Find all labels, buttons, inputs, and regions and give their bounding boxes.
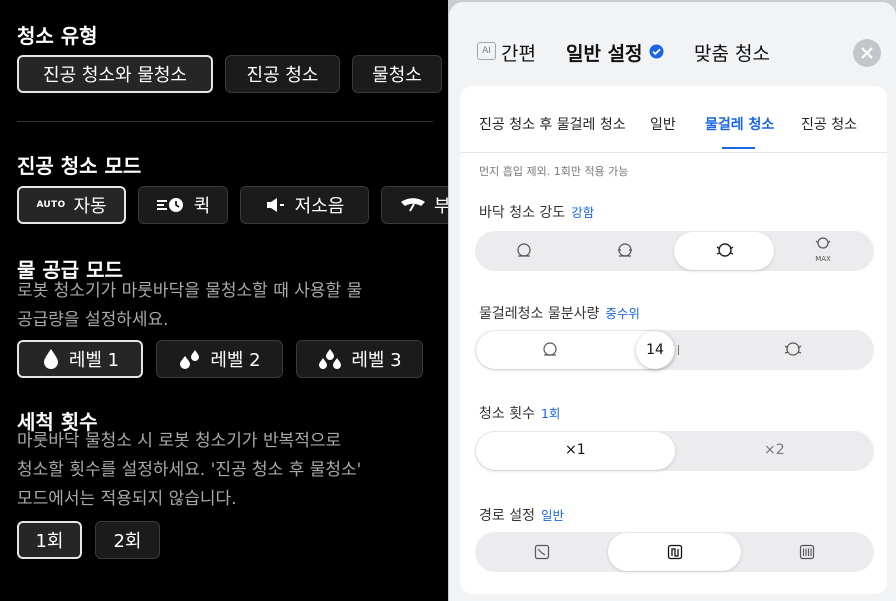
description-line: 공급량을 설정하세요. xyxy=(17,310,169,330)
option-label: 레벨 1 xyxy=(68,350,120,371)
option-label: 부 xyxy=(434,196,448,217)
subtab-vacuum[interactable]: 진공 청소 xyxy=(801,114,857,134)
setting-value: 1회 xyxy=(540,406,561,421)
vacuum-mode-quiet-button[interactable]: 저소음 xyxy=(240,186,369,224)
auto-icon: AUTO xyxy=(36,200,66,210)
water-drop-icon xyxy=(43,349,58,369)
vacuum-mode-title: 진공 청소 모드 xyxy=(17,154,142,178)
route-standard-icon[interactable] xyxy=(667,544,683,564)
tab-simple[interactable]: 간편 xyxy=(501,39,536,66)
quick-icon xyxy=(156,198,183,212)
route-setting-label: 경로 설정 일반 xyxy=(479,505,564,525)
description-line: 마룻바닥 물청소 시 로봇 청소기가 반복적으로 xyxy=(17,431,342,451)
option-label: 자동 xyxy=(73,196,107,217)
setting-label: 경로 설정 xyxy=(479,508,535,524)
option-label: 1회 xyxy=(35,531,64,552)
wash-count-2-button[interactable]: 2회 xyxy=(95,521,160,559)
slider-tick xyxy=(678,345,679,355)
water-mode-description: 로봇 청소기가 마룻바닥을 물청소할 때 사용할 물 공급량을 설정하세요. xyxy=(17,277,362,335)
water-level-1-button[interactable]: 레벨 1 xyxy=(17,340,143,378)
vacuum-mode-auto-button[interactable]: AUTO 자동 xyxy=(17,186,126,224)
option-label: 물청소 xyxy=(372,65,422,86)
setting-label: 바닥 청소 강도 xyxy=(479,205,566,221)
note-text: 먼지 흡입 제외. 1회만 적용 가능 xyxy=(479,165,629,178)
description-line: 모드에서는 적용되지 않습니다. xyxy=(17,489,237,509)
subtab-mop-cleaning[interactable]: 물걸레 청소 xyxy=(705,114,774,134)
intensity-max-icon[interactable]: MAX xyxy=(812,237,834,263)
tab-custom-cleaning[interactable]: 맞춤 청소 xyxy=(694,39,770,66)
ai-badge: AI xyxy=(477,42,496,60)
route-edge-icon[interactable] xyxy=(534,544,550,564)
settings-sheet: AI 간편 일반 설정 맞춤 청소 진공 청소 후 물걸레 청소 일반 물걸레 … xyxy=(449,2,896,601)
setting-value: 일반 xyxy=(540,508,564,523)
intensity-high-icon[interactable] xyxy=(714,241,736,263)
setting-value: 강함 xyxy=(571,205,595,220)
description-line: 청소할 횟수를 설정하세요. '진공 청소 후 물청소' xyxy=(17,460,362,480)
mop-water-slider[interactable]: 14 xyxy=(475,330,874,370)
tab-general-settings[interactable]: 일반 설정 xyxy=(566,39,643,66)
wash-count-1-button[interactable]: 1회 xyxy=(17,521,82,559)
option-label: 진공 청소 xyxy=(246,65,319,86)
option-label: 레벨 2 xyxy=(210,350,261,371)
route-selector[interactable] xyxy=(475,532,874,572)
quiet-speaker-icon xyxy=(266,198,284,212)
floor-intensity-selector[interactable]: MAX xyxy=(475,231,874,271)
two-water-drops-icon xyxy=(180,350,200,369)
cleaning-type-vacuum-button[interactable]: 진공 청소 xyxy=(225,55,340,93)
option-label: 퀵 xyxy=(193,196,211,217)
cleaning-type-title: 청소 유형 xyxy=(17,24,98,48)
settings-card: 진공 청소 후 물걸레 청소 일반 물걸레 청소 진공 청소 먼지 흡입 제외.… xyxy=(460,86,887,594)
cleaning-type-mop-button[interactable]: 물청소 xyxy=(352,55,442,93)
water-high-icon xyxy=(782,340,804,362)
setting-label: 청소 횟수 xyxy=(479,406,535,422)
slider-thumb[interactable]: 14 xyxy=(636,331,674,369)
subtab-vacuum-then-mop[interactable]: 진공 청소 후 물걸레 청소 xyxy=(479,114,626,134)
cleaning-type-vacuum-and-mop-button[interactable]: 진공 청소와 물청소 xyxy=(17,55,213,93)
clean-count-option-1[interactable]: ×1 xyxy=(565,442,586,458)
setting-value: 중수위 xyxy=(605,306,640,321)
option-label: 진공 청소와 물청소 xyxy=(43,65,187,86)
max-label: MAX xyxy=(815,255,831,263)
option-label: 레벨 3 xyxy=(351,350,402,371)
option-label: 저소음 xyxy=(294,196,345,217)
vacuum-mode-quick-button[interactable]: 퀵 xyxy=(138,186,228,224)
setting-label: 물걸레청소 물분사량 xyxy=(479,306,600,322)
close-icon xyxy=(861,47,873,59)
water-level-3-button[interactable]: 레벨 3 xyxy=(296,340,423,378)
route-dense-icon[interactable] xyxy=(799,544,815,564)
cleaning-settings-dark-panel: 청소 유형 진공 청소와 물청소 진공 청소 물청소 진공 청소 모드 AUTO… xyxy=(0,0,448,601)
mop-water-label: 물걸레청소 물분사량 중수위 xyxy=(479,303,640,323)
tab-divider xyxy=(460,152,887,153)
active-tab-indicator xyxy=(722,147,755,149)
section-divider xyxy=(17,121,433,122)
close-button[interactable] xyxy=(853,39,881,67)
water-low-icon xyxy=(539,340,561,362)
verified-check-icon xyxy=(649,44,664,59)
vacuum-mode-boost-button[interactable]: 부 xyxy=(381,186,448,224)
settings-sheet-backdrop: AI 간편 일반 설정 맞춤 청소 진공 청소 후 물걸레 청소 일반 물걸레 … xyxy=(448,0,896,601)
floor-intensity-label: 바닥 청소 강도 강함 xyxy=(479,202,594,222)
description-line: 로봇 청소기가 마룻바닥을 물청소할 때 사용할 물 xyxy=(17,281,363,301)
water-level-2-button[interactable]: 레벨 2 xyxy=(156,340,283,378)
subtab-general[interactable]: 일반 xyxy=(650,114,676,134)
wash-count-description: 마룻바닥 물청소 시 로봇 청소기가 반복적으로 청소할 횟수를 설정하세요. … xyxy=(17,427,361,514)
clean-count-selector[interactable]: ×1 ×2 xyxy=(475,431,874,471)
option-label: 2회 xyxy=(113,531,142,552)
three-water-drops-icon xyxy=(319,349,342,369)
intensity-medium-icon[interactable] xyxy=(614,241,636,263)
intensity-low-icon[interactable] xyxy=(513,241,535,263)
clean-count-option-2[interactable]: ×2 xyxy=(764,442,785,458)
boost-fan-icon xyxy=(401,198,425,212)
clean-count-label: 청소 횟수 1회 xyxy=(479,403,560,423)
